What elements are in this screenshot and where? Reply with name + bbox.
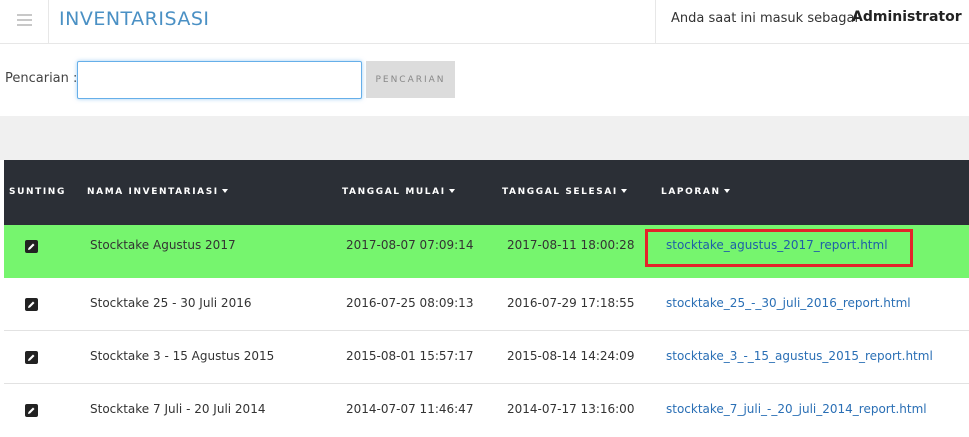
caret-down-icon — [221, 189, 228, 193]
logged-in-text: Anda saat ini masuk sebagai — [671, 11, 859, 26]
search-input[interactable] — [77, 61, 362, 99]
top-navbar: INVENTARISASI Anda saat ini masuk sebaga… — [0, 0, 969, 44]
column-header-laporan[interactable]: LAPORAN — [661, 187, 730, 197]
column-header-sunting: SUNTING — [9, 187, 66, 197]
caret-down-icon — [620, 189, 627, 193]
start-date: 2015-08-01 15:57:17 — [346, 349, 474, 363]
inventory-name: Stocktake Agustus 2017 — [90, 238, 236, 252]
table-header: SUNTING NAMA INVENTARIASI TANGGAL MULAI … — [4, 160, 969, 225]
inventory-name: Stocktake 7 Juli - 20 Juli 2014 — [90, 402, 266, 416]
start-date: 2017-08-07 07:09:14 — [346, 238, 474, 252]
report-link[interactable]: stocktake_25_-_30_juli_2016_report.html — [666, 296, 911, 310]
search-label: Pencarian : — [5, 71, 78, 86]
inventory-name: Stocktake 25 - 30 Juli 2016 — [90, 296, 252, 310]
annotation-highlight-box — [645, 229, 913, 267]
pencil-edit-icon[interactable] — [25, 404, 38, 417]
table-row: Stocktake 7 Juli - 20 Juli 2014 2014-07-… — [4, 384, 969, 437]
end-date: 2017-08-11 18:00:28 — [507, 238, 635, 252]
content-divider — [0, 116, 969, 160]
user-role: Administrator — [852, 9, 962, 25]
column-header-nama[interactable]: NAMA INVENTARIASI — [87, 187, 228, 197]
pencil-edit-icon[interactable] — [25, 351, 38, 364]
inventory-table: SUNTING NAMA INVENTARIASI TANGGAL MULAI … — [4, 160, 969, 437]
column-header-tanggal-selesai[interactable]: TANGGAL SELESAI — [502, 187, 627, 197]
table-row: Stocktake 3 - 15 Agustus 2015 2015-08-01… — [4, 331, 969, 384]
inventory-name: Stocktake 3 - 15 Agustus 2015 — [90, 349, 275, 363]
user-info: Anda saat ini masuk sebagai Administrato… — [655, 0, 969, 44]
start-date: 2016-07-25 08:09:13 — [346, 296, 474, 310]
end-date: 2016-07-29 17:18:55 — [507, 296, 635, 310]
report-link[interactable]: stocktake_3_-_15_agustus_2015_report.htm… — [666, 349, 933, 363]
end-date: 2015-08-14 14:24:09 — [507, 349, 635, 363]
pencil-edit-icon[interactable] — [25, 240, 38, 253]
report-link[interactable]: stocktake_7_juli_-_20_juli_2014_report.h… — [666, 402, 927, 416]
pencil-edit-icon[interactable] — [25, 298, 38, 311]
search-button[interactable]: PENCARIAN — [366, 61, 455, 98]
end-date: 2014-07-17 13:16:00 — [507, 402, 635, 416]
app-title[interactable]: INVENTARISASI — [59, 8, 210, 30]
start-date: 2014-07-07 11:46:47 — [346, 402, 474, 416]
caret-down-icon — [448, 189, 455, 193]
table-row: Stocktake 25 - 30 Juli 2016 2016-07-25 0… — [4, 278, 969, 331]
column-header-tanggal-mulai[interactable]: TANGGAL MULAI — [342, 187, 455, 197]
hamburger-menu-icon[interactable] — [0, 0, 49, 44]
caret-down-icon — [723, 189, 730, 193]
